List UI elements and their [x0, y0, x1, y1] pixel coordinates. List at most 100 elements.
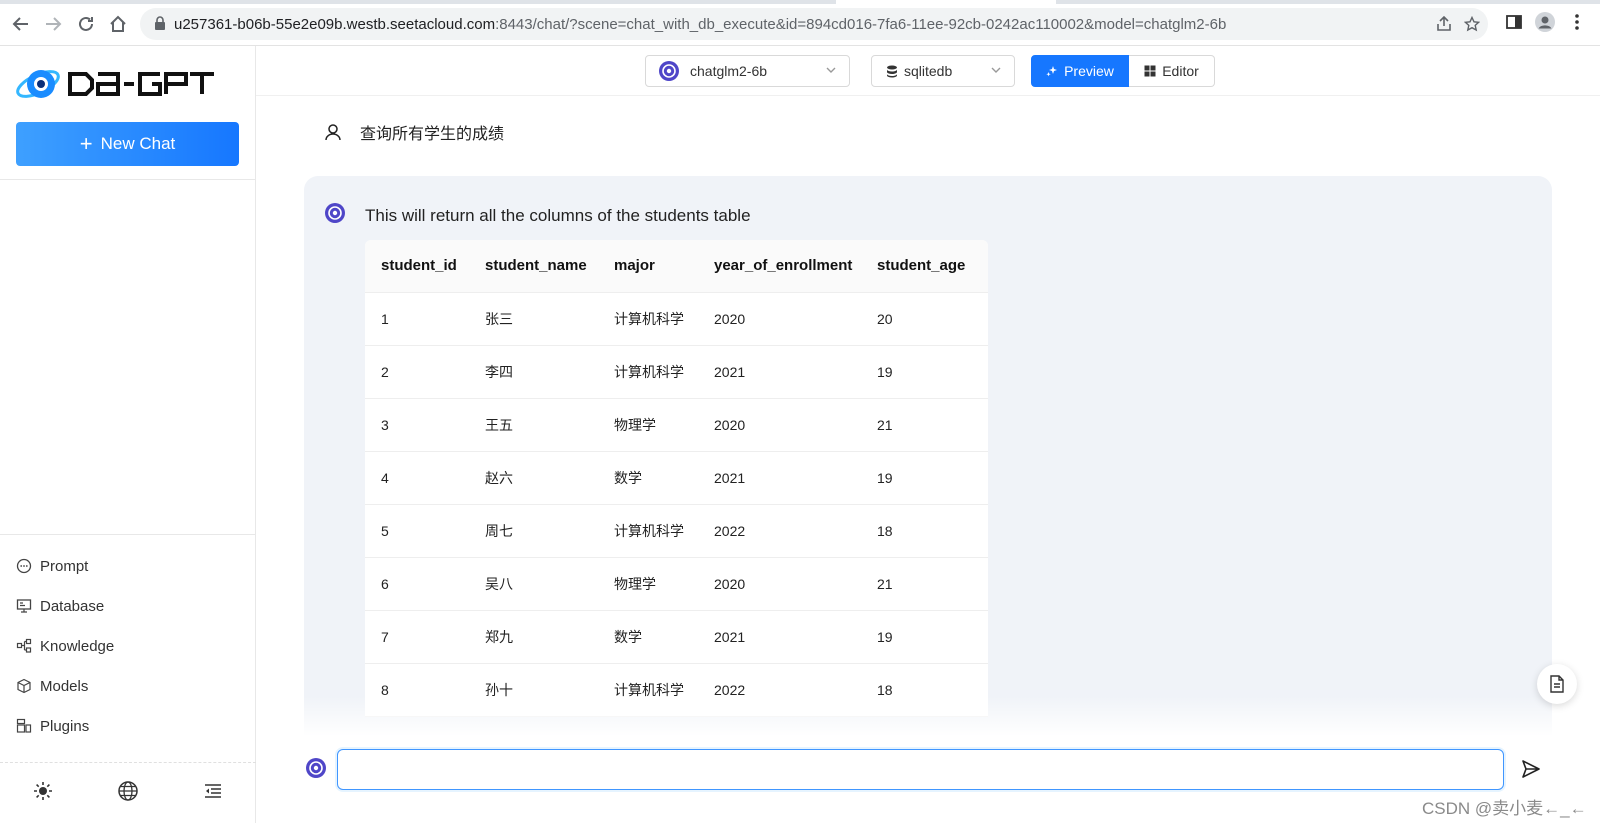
- column-header: major: [598, 240, 698, 293]
- chevron-down-icon: [991, 67, 1001, 73]
- fade-overlay: [304, 696, 1552, 736]
- editor-label: Editor: [1162, 63, 1199, 79]
- profile-icon[interactable]: [1534, 11, 1556, 38]
- table-cell: 物理学: [598, 557, 698, 611]
- table-cell: 19: [861, 345, 988, 399]
- table-cell: 计算机科学: [598, 292, 698, 346]
- table-cell: 周七: [469, 504, 598, 558]
- assistant-message-text: This will return all the columns of the …: [365, 206, 751, 225]
- send-icon[interactable]: [1521, 759, 1541, 779]
- globe-icon[interactable]: [117, 780, 139, 802]
- table-row: 4 赵六 数学 2021 19: [365, 451, 988, 505]
- home-icon[interactable]: [108, 14, 128, 34]
- view-toggle: Preview Editor: [1031, 55, 1215, 87]
- table-cell: 2020: [698, 557, 861, 611]
- sidebar-item-prompt[interactable]: Prompt: [16, 554, 88, 578]
- table-cell: 2022: [698, 504, 861, 558]
- back-icon[interactable]: [11, 14, 31, 34]
- browser-toolbar: u257361-b06b-55e2e09b.westb.seetacloud.c…: [0, 0, 1600, 46]
- new-chat-label: New Chat: [100, 134, 176, 153]
- new-chat-button[interactable]: + New Chat: [16, 122, 239, 166]
- table-cell: 2021: [698, 451, 861, 505]
- table-cell: 20: [861, 292, 988, 346]
- cube-icon: [17, 678, 31, 694]
- table-row: 2 李四 计算机科学 2021 19: [365, 345, 988, 399]
- table-cell: 7: [365, 610, 469, 664]
- table-cell: 21: [861, 557, 988, 611]
- table-cell: 5: [365, 504, 469, 558]
- sitemap-icon: [16, 638, 32, 653]
- sidebar-item-label: Models: [40, 677, 89, 695]
- assistant-avatar-icon: [325, 203, 345, 223]
- side-panel-icon[interactable]: [1505, 13, 1523, 36]
- active-tab[interactable]: [836, 0, 1056, 4]
- sidebar-item-label: Knowledge: [40, 637, 115, 655]
- url-text: u257361-b06b-55e2e09b.westb.seetacloud.c…: [174, 16, 1227, 33]
- database-icon: [887, 65, 897, 77]
- table-cell: 4: [365, 451, 469, 505]
- table-cell: 2020: [698, 398, 861, 452]
- result-table: student_id student_name major year_of_en…: [365, 240, 988, 717]
- tab-strip: [0, 0, 1600, 4]
- sidebar-item-plugins[interactable]: Plugins: [16, 714, 89, 738]
- divider: [0, 534, 256, 535]
- user-message: 查询所有学生的成绩: [324, 120, 504, 144]
- share-icon[interactable]: [1436, 15, 1452, 37]
- table-cell: 2020: [698, 292, 861, 346]
- table-row: 7 郑九 数学 2021 19: [365, 610, 988, 664]
- address-bar[interactable]: u257361-b06b-55e2e09b.westb.seetacloud.c…: [140, 8, 1488, 40]
- assistant-avatar-icon: [306, 758, 326, 778]
- divider: [0, 179, 256, 180]
- table-header-row: student_id student_name major year_of_en…: [365, 240, 988, 293]
- document-float-button[interactable]: [1537, 664, 1577, 704]
- sidebar-item-database[interactable]: Database: [16, 594, 104, 618]
- chat-bubble-icon: [16, 558, 32, 574]
- preview-button[interactable]: Preview: [1031, 55, 1129, 87]
- column-header: student_id: [365, 240, 469, 293]
- more-icon[interactable]: [1574, 13, 1580, 36]
- monitor-icon: [16, 599, 32, 613]
- watermark: CSDN @卖小麦←_←: [1422, 799, 1587, 818]
- sparkle-icon: [1046, 66, 1058, 77]
- table-row: 6 吴八 物理学 2020 21: [365, 557, 988, 611]
- sun-icon[interactable]: [32, 780, 54, 802]
- reload-icon[interactable]: [76, 14, 96, 34]
- table-body: 1 张三 计算机科学 2020 20 2 李四 计算机科学 2021 19 3 王五 物理学 2020 21…: [365, 292, 988, 717]
- chat-input[interactable]: [337, 749, 1504, 790]
- table-cell: 2021: [698, 345, 861, 399]
- table-cell: 2021: [698, 610, 861, 664]
- table-cell: 18: [861, 504, 988, 558]
- document-icon: [1550, 675, 1564, 693]
- forward-icon[interactable]: [43, 14, 63, 34]
- column-header: student_age: [861, 240, 988, 293]
- database-select[interactable]: sqlitedb: [871, 55, 1015, 87]
- table-row: 3 王五 物理学 2020 21: [365, 398, 988, 452]
- table-cell: 数学: [598, 610, 698, 664]
- chevron-down-icon: [826, 67, 836, 73]
- menu-fold-icon[interactable]: [202, 780, 224, 802]
- model-select[interactable]: chatglm2-6b: [645, 55, 850, 87]
- user-icon: [325, 124, 341, 141]
- sidebar-footer: [0, 762, 256, 822]
- grid-icon: [1144, 65, 1156, 77]
- db-gpt-logo[interactable]: [14, 62, 234, 106]
- table-cell: 郑九: [469, 610, 598, 664]
- sidebar: + New Chat Prompt Database Knowledge Mod…: [0, 46, 256, 823]
- assistant-message: This will return all the columns of the …: [304, 176, 1552, 736]
- table-cell: 19: [861, 451, 988, 505]
- table-cell: 6: [365, 557, 469, 611]
- sidebar-item-knowledge[interactable]: Knowledge: [16, 634, 114, 658]
- table-cell: 李四: [469, 345, 598, 399]
- lock-icon: [154, 16, 166, 36]
- table-cell: 19: [861, 610, 988, 664]
- model-select-value: chatglm2-6b: [690, 63, 768, 79]
- table-cell: 物理学: [598, 398, 698, 452]
- chatglm-logo-icon: [659, 61, 679, 81]
- star-icon[interactable]: [1463, 15, 1481, 37]
- column-header: student_name: [469, 240, 598, 293]
- sidebar-item-models[interactable]: Models: [16, 674, 88, 698]
- plugin-icon: [16, 718, 32, 733]
- table-cell: 3: [365, 398, 469, 452]
- table-cell: 赵六: [469, 451, 598, 505]
- editor-button[interactable]: Editor: [1129, 55, 1215, 87]
